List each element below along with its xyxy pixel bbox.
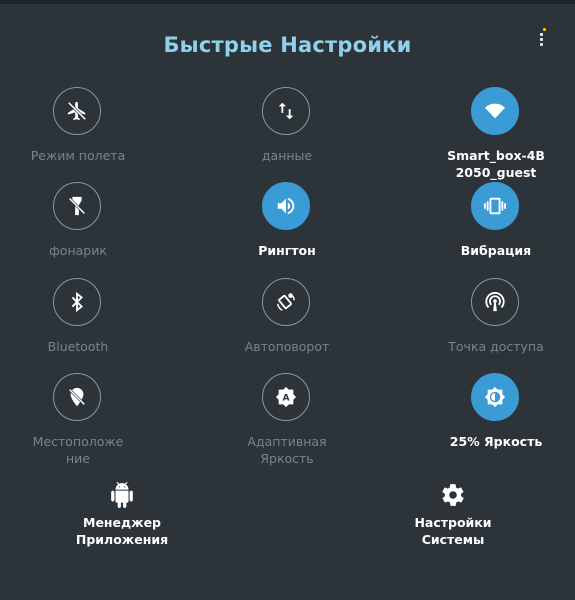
adaptive-brightness-icon[interactable]: A: [262, 373, 310, 421]
tile-label: Автоповорот: [244, 339, 330, 354]
hotspot-icon[interactable]: [471, 278, 519, 326]
tile-vibration[interactable]: Вибрация: [426, 182, 566, 272]
airplane-icon[interactable]: [53, 87, 101, 135]
tile-adaptive-brightness[interactable]: A Адаптивная Яркость: [217, 373, 357, 473]
tile-airplane-mode[interactable]: Режим полета: [8, 87, 148, 187]
data-arrows-icon[interactable]: [262, 87, 310, 135]
auto-rotate-icon[interactable]: [262, 278, 310, 326]
tile-hotspot[interactable]: Точка доступа: [426, 278, 566, 368]
tile-mobile-data[interactable]: данные: [217, 87, 357, 187]
page-title: Быстрые Настройки: [163, 33, 412, 57]
android-icon: [111, 482, 133, 508]
tile-label: Режим полета: [30, 148, 126, 163]
overflow-menu-icon[interactable]: [536, 28, 548, 48]
tile-label: 25% Яркость: [449, 434, 543, 449]
vibration-icon[interactable]: [471, 182, 519, 230]
tile-label: Вибрация: [460, 243, 532, 258]
tile-label: Smart_box-4B 2050_guest: [447, 148, 545, 180]
flashlight-icon[interactable]: [53, 182, 101, 230]
tile-auto-rotate[interactable]: Автоповорот: [217, 278, 357, 368]
tile-label: Адаптивная Яркость: [247, 434, 327, 466]
tile-location[interactable]: Местоположе ние: [8, 373, 148, 473]
tile-label: Точка доступа: [448, 339, 544, 354]
gear-icon: [442, 484, 464, 506]
tile-brightness[interactable]: 25% Яркость: [426, 373, 566, 473]
app-manager-label: Менеджер Приложения: [75, 515, 169, 547]
tile-label: фонарик: [49, 243, 107, 258]
location-off-icon[interactable]: [53, 373, 101, 421]
tile-wifi[interactable]: Smart_box-4B 2050_guest: [426, 87, 566, 187]
tile-bluetooth[interactable]: Bluetooth: [8, 278, 148, 368]
app-manager-button[interactable]: Менеджер Приложения: [42, 482, 202, 552]
tile-label: Рингтон: [258, 243, 316, 258]
speaker-icon[interactable]: [262, 182, 310, 230]
svg-text:A: A: [282, 393, 290, 404]
tile-ringtone[interactable]: Рингтон: [217, 182, 357, 272]
quick-settings-panel: Быстрые Настройки Режим полета данные Sm…: [0, 0, 575, 600]
tile-flashlight[interactable]: фонарик: [8, 182, 148, 272]
system-settings-label: Настройки Системы: [414, 515, 492, 547]
system-settings-button[interactable]: Настройки Системы: [373, 482, 533, 552]
tile-label: Bluetooth: [47, 339, 109, 354]
tile-label: Местоположе ние: [32, 434, 124, 466]
bluetooth-icon[interactable]: [53, 278, 101, 326]
status-strip: [0, 0, 575, 4]
wifi-icon[interactable]: [471, 87, 519, 135]
tile-label: данные: [261, 148, 313, 163]
brightness-icon[interactable]: [471, 373, 519, 421]
